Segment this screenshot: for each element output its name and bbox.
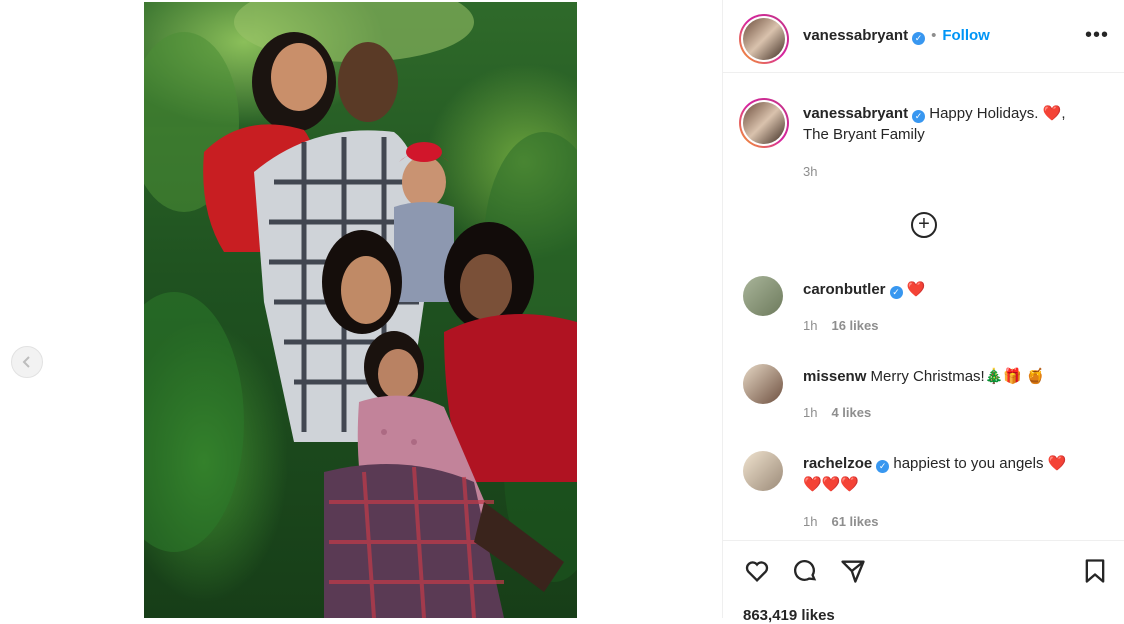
comment-emoji: ❤️ — [1047, 455, 1067, 472]
author-avatar[interactable] — [739, 14, 789, 64]
comment-emoji: ❤️ — [906, 281, 926, 298]
separator-dot: • — [931, 27, 937, 44]
post-details-pane: vanessabryant ✓ • Follow ••• vanessabryant ✓… — [722, 0, 1124, 624]
action-bar: 863,419 likes — [723, 540, 1124, 624]
chevron-left-icon — [22, 356, 30, 368]
comment-time[interactable]: 1h — [803, 405, 817, 420]
previous-post-button[interactable] — [11, 346, 43, 378]
comment-text: happiest to you angels — [893, 455, 1044, 472]
comment-likes[interactable]: 4 likes — [831, 405, 871, 420]
caption-username[interactable]: vanessabryant — [803, 105, 908, 122]
comment-emoji-line2: ❤️❤️❤️ — [803, 476, 860, 493]
caption-timestamp[interactable]: 3h — [803, 164, 817, 179]
comment-username[interactable]: caronbutler — [803, 281, 886, 298]
verified-badge-icon: ✓ — [889, 286, 903, 299]
comment-meta: 1h 16 likes — [803, 318, 878, 333]
family-photo-illustration — [144, 2, 577, 618]
comment-meta: 1h 61 likes — [803, 514, 878, 529]
likes-count[interactable]: 863,419 likes — [743, 607, 835, 624]
commenter-avatar[interactable] — [743, 364, 783, 404]
comment-likes[interactable]: 16 likes — [831, 318, 878, 333]
commenter-avatar[interactable] — [743, 276, 783, 316]
verified-badge-icon: ✓ — [876, 460, 890, 473]
post-header: vanessabryant ✓ • Follow ••• — [723, 0, 1124, 73]
comment-text: Merry Christmas! — [870, 368, 985, 385]
commenter-avatar[interactable] — [743, 451, 783, 491]
comment: missenw Merry Christmas!🎄🎁 🍯 — [803, 366, 1115, 387]
more-options-icon[interactable]: ••• — [1085, 24, 1109, 47]
comment: rachelzoe ✓ happiest to you angels ❤️ ❤️❤… — [803, 453, 1115, 495]
verified-badge-icon: ✓ — [912, 110, 926, 123]
share-icon[interactable] — [839, 557, 867, 585]
heart-emoji: ❤️ — [1042, 105, 1062, 122]
comment-username[interactable]: missenw — [803, 368, 866, 385]
caption-text: Happy Holidays. — [929, 105, 1039, 122]
post-caption: vanessabryant ✓ Happy Holidays. ❤️, The B… — [803, 103, 1115, 145]
load-more-comments-button[interactable]: + — [911, 212, 937, 238]
author-username[interactable]: vanessabryant — [803, 27, 908, 44]
comment: caronbutler ✓ ❤️ — [803, 279, 1115, 300]
comment-time[interactable]: 1h — [803, 514, 817, 529]
verified-badge-icon: ✓ — [912, 32, 926, 45]
comment-time[interactable]: 1h — [803, 318, 817, 333]
comment-icon[interactable] — [791, 557, 819, 585]
media-pane — [0, 0, 722, 618]
comment-likes[interactable]: 61 likes — [831, 514, 878, 529]
follow-button[interactable]: Follow — [942, 27, 990, 44]
caption-suffix: , — [1061, 105, 1066, 122]
heart-icon[interactable] — [743, 557, 771, 585]
comment-username[interactable]: rachelzoe — [803, 455, 872, 472]
caption-signature: The Bryant Family — [803, 126, 925, 143]
post-photo[interactable] — [144, 2, 577, 618]
caption-avatar[interactable] — [739, 98, 789, 148]
comment-meta: 1h 4 likes — [803, 405, 871, 420]
bookmark-icon[interactable] — [1081, 557, 1109, 585]
comment-emoji: 🎄🎁 🍯 — [984, 368, 1045, 385]
